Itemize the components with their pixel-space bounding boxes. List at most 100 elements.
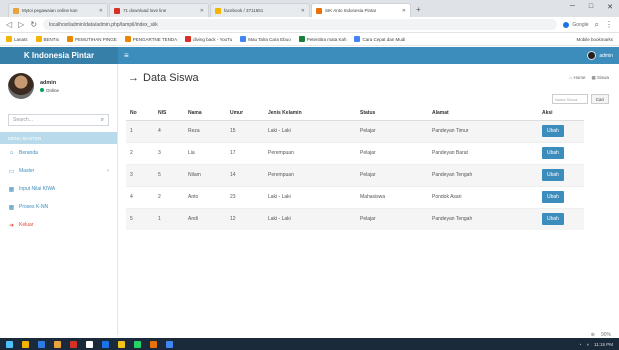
- sidebar-item-label: Beranda: [19, 150, 38, 156]
- bookmark-item[interactable]: Lanats: [6, 36, 28, 42]
- volume-icon[interactable]: ◖: [586, 342, 589, 347]
- new-tab-icon[interactable]: +: [416, 5, 421, 14]
- taskbar-app-icon[interactable]: [86, 340, 93, 348]
- tab-favicon-icon: [215, 7, 221, 14]
- taskbar-app-icon[interactable]: [102, 340, 109, 348]
- table-cell: Reza: [184, 119, 226, 142]
- brand-logo[interactable]: K Indonesia Pintar: [0, 47, 118, 64]
- close-window-icon[interactable]: ✕: [607, 3, 613, 11]
- sidebar-item[interactable]: ➜ Keluar: [0, 216, 117, 234]
- taskbar-app-icon[interactable]: [38, 340, 45, 348]
- bookmark-item[interactable]: Petentitra mata Kah: [298, 36, 346, 42]
- table-cell: Lia: [184, 141, 226, 164]
- table-cell: Pelajar: [356, 141, 428, 164]
- table-cell: Perempuan: [264, 163, 356, 186]
- table-cell: Laki - Laki: [264, 207, 356, 230]
- table-cell: Pondok Asari: [428, 185, 538, 208]
- sidebar-search-input[interactable]: Search... ⌕: [8, 114, 109, 126]
- column-header: Nama: [184, 106, 226, 121]
- table-cell: Ubah: [538, 185, 584, 208]
- tab-favicon-icon: [13, 7, 19, 14]
- user-avatar: [8, 73, 34, 99]
- table-row: 2 3 Lia 17 Perempuan Pelajar Pandeyan Barat Uba…: [126, 141, 584, 164]
- edit-button[interactable]: Ubah: [542, 147, 564, 159]
- bookmark-item[interactable]: diving back - YouTu: [185, 36, 232, 42]
- bookmark-item[interactable]: Cara Cepat dan Mudi: [354, 36, 405, 42]
- user-status: Online: [40, 88, 59, 93]
- table-row: 3 5 Nilam 14 Perempuan Pelajar Pandeyan Tengah…: [126, 163, 584, 186]
- bookmark-favicon-icon: [6, 36, 12, 42]
- clock[interactable]: 11:15 PM: [594, 342, 613, 347]
- bookmark-item[interactable]: Mau Talra Cara Ebuo: [240, 36, 291, 42]
- bookmark-label: Mau Talra Cara Ebuo: [248, 36, 291, 42]
- search-engine[interactable]: Google: [563, 21, 589, 28]
- edit-button[interactable]: Ubah: [542, 213, 564, 226]
- table-cell: Anto: [184, 185, 226, 208]
- system-tray: ◔ ◖ 11:15 PM: [579, 342, 613, 347]
- search-button[interactable]: Cari: [590, 94, 609, 104]
- taskbar-app-icon[interactable]: [22, 340, 29, 348]
- wifi-icon[interactable]: ◔: [579, 342, 582, 347]
- breadcrumb-current-label: Siswa: [596, 75, 609, 80]
- search-placeholder: Search...: [13, 117, 34, 123]
- sidebar-item[interactable]: ▦ Input Nilai KIWA: [0, 180, 117, 198]
- close-tab-icon[interactable]: ✕: [402, 8, 406, 14]
- browser-tab[interactable]: 71 download love line ✕: [109, 3, 209, 17]
- search-engine-label: Google: [572, 21, 589, 28]
- reload-icon[interactable]: ↻: [30, 20, 37, 29]
- sidebar: admin Online Search... ⌕ MENU MASTER ⌂ Be…: [0, 64, 118, 335]
- mobile-bookmarks[interactable]: Mobile bookmarks: [576, 37, 613, 42]
- sidebar-item[interactable]: ⌂ Beranda: [0, 144, 117, 162]
- table-header-row: No NIS Nama Umur Jenis Kelamin Status Alamat Ak…: [126, 106, 584, 121]
- taskbar-app-icon[interactable]: [118, 340, 125, 348]
- sidebar-item-label: Proses K-NN: [19, 204, 49, 210]
- tab-title: facebook / 3711651: [224, 8, 264, 13]
- close-tab-icon[interactable]: ✕: [200, 8, 204, 14]
- taskbar-app-icon[interactable]: [54, 340, 61, 348]
- user-panel: admin Online: [0, 64, 117, 108]
- sidebar-item[interactable]: ▭ Master ‹: [0, 162, 117, 180]
- minimize-icon[interactable]: ─: [570, 3, 575, 11]
- sidebar-item[interactable]: ▦ Proses K-NN: [0, 198, 117, 216]
- table-cell: 5: [126, 207, 154, 230]
- maximize-icon[interactable]: □: [589, 3, 593, 11]
- bookmark-item[interactable]: PEMUTIHAN PINGE: [67, 36, 117, 42]
- close-tab-icon[interactable]: ✕: [99, 8, 103, 14]
- tab-title: Mytoi pegawaian online kan: [22, 8, 78, 13]
- edit-button[interactable]: Ubah: [542, 169, 564, 181]
- browser-tab[interactable]: SIK Anto Indonesia Pintar ✕: [311, 3, 411, 17]
- filter-input[interactable]: Nama Siswa: [551, 94, 588, 104]
- search-icon[interactable]: ⌕: [595, 20, 599, 30]
- user-menu[interactable]: admin: [587, 51, 613, 60]
- table-cell: Laki - Laki: [264, 185, 356, 208]
- taskbar-app-icon[interactable]: [6, 340, 13, 348]
- edit-button[interactable]: Ubah: [542, 191, 564, 203]
- search-icon[interactable]: ⌕: [101, 117, 104, 124]
- breadcrumb-home[interactable]: ⌂ Home: [569, 75, 585, 81]
- taskbar-app-icon[interactable]: [150, 340, 157, 348]
- close-tab-icon[interactable]: ✕: [301, 8, 305, 14]
- back-icon[interactable]: ◁: [6, 20, 12, 29]
- forward-icon[interactable]: ▷: [18, 20, 24, 29]
- breadcrumb-current: ▦ Siswa: [591, 75, 609, 80]
- taskbar-app-icon[interactable]: [166, 340, 173, 348]
- page-title-text: Data Siswa: [143, 72, 199, 84]
- table-cell: Ubah: [538, 141, 584, 164]
- avatar: [587, 51, 597, 60]
- menu-icon[interactable]: ⋮: [605, 20, 613, 29]
- url-input[interactable]: localhost/admin/data/admin.php/tampil/in…: [43, 19, 558, 30]
- student-table: No NIS Nama Umur Jenis Kelamin Status Alamat Ak…: [126, 106, 584, 230]
- browser-tab[interactable]: Mytoi pegawaian online kan ✕: [8, 3, 108, 17]
- sidebar-toggle-icon[interactable]: ≡: [124, 51, 129, 60]
- bookmark-item[interactable]: BENTIx: [35, 36, 59, 42]
- taskbar-app-icon[interactable]: [70, 340, 77, 348]
- user-name: admin: [40, 79, 57, 86]
- column-header: Alamat: [428, 106, 538, 121]
- bookmark-item[interactable]: PENGARTNE TENDA: [124, 36, 177, 42]
- table-cell: 12: [226, 207, 264, 230]
- table-cell: Perempuan: [264, 141, 356, 164]
- taskbar-app-icon[interactable]: [134, 340, 141, 348]
- edit-button[interactable]: Ubah: [542, 125, 564, 137]
- table-cell: 2: [126, 141, 154, 164]
- browser-tab[interactable]: facebook / 3711651 ✕: [210, 3, 310, 17]
